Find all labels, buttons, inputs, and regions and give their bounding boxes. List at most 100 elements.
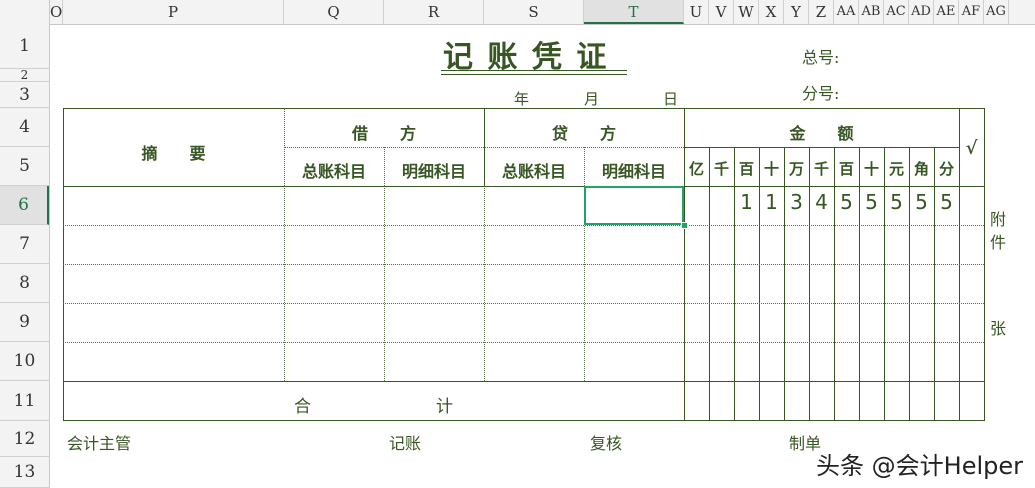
unit-wan: 万 xyxy=(788,160,804,178)
row-header-12[interactable]: 12 xyxy=(0,421,49,457)
amount-digit-qian[interactable]: 4 xyxy=(809,190,834,214)
column-header-o[interactable]: O xyxy=(50,0,63,24)
row-header-9[interactable]: 9 xyxy=(0,303,49,342)
body-bottom-border xyxy=(63,381,985,382)
column-header-y[interactable]: Y xyxy=(784,0,809,24)
table-top-border xyxy=(63,108,985,109)
attachment-label-3: 张 xyxy=(990,319,1007,338)
unit-bai: 百 xyxy=(838,160,854,178)
digit-col-line xyxy=(759,147,760,421)
row-header-13[interactable]: 13 xyxy=(0,457,49,488)
fill-handle[interactable] xyxy=(681,222,688,229)
amount-digit-shi[interactable]: 5 xyxy=(859,190,884,214)
row-divider-10 xyxy=(63,342,684,343)
row-header-1[interactable]: 1 xyxy=(0,24,49,69)
column-header-r[interactable]: R xyxy=(384,0,484,24)
table-right-border xyxy=(984,108,985,421)
title-underline-2 xyxy=(441,74,627,75)
column-header-bar: O P Q R S T U V W X Y Z AA AB AC AD AE A… xyxy=(0,0,1035,25)
row-header-6[interactable]: 6 xyxy=(0,186,49,225)
column-header-ac[interactable]: AC xyxy=(884,0,909,24)
amount-digit-wan[interactable]: 3 xyxy=(784,190,809,214)
column-header-ag[interactable]: AG xyxy=(984,0,1009,24)
column-header-s[interactable]: S xyxy=(484,0,584,24)
credit-header: 贷 方 xyxy=(551,124,616,143)
amount-digit-bai[interactable]: 5 xyxy=(834,190,859,214)
row-header-5[interactable]: 5 xyxy=(0,147,49,186)
table-bottom-border xyxy=(63,420,985,421)
attachment-label-1: 附 xyxy=(990,210,1007,229)
footer-reviewer: 复核 xyxy=(590,434,623,453)
row-divider-7 xyxy=(63,225,684,226)
row-header-7[interactable]: 7 xyxy=(0,225,49,264)
unit-yi: 亿 xyxy=(688,160,704,178)
amount-digit-jiao[interactable]: 5 xyxy=(909,190,934,214)
column-header-z[interactable]: Z xyxy=(809,0,834,24)
digit-col-line xyxy=(709,147,710,421)
date-day-label: 日 xyxy=(663,90,679,108)
row-header-3[interactable]: 3 xyxy=(0,82,49,108)
amount-subheader-divider xyxy=(684,147,959,148)
amount-row-divider-9 xyxy=(684,303,984,304)
debit-detail-header: 明细科目 xyxy=(401,162,466,181)
row-divider-9 xyxy=(63,303,684,304)
digit-col-line xyxy=(859,147,860,421)
amount-digit-bai-wan[interactable]: 1 xyxy=(734,190,759,214)
debit-header: 借 方 xyxy=(351,124,416,143)
column-header-af[interactable]: AF xyxy=(959,0,984,24)
column-header-x[interactable]: X xyxy=(759,0,784,24)
unit-fen: 分 xyxy=(938,160,954,178)
row-header-4[interactable]: 4 xyxy=(0,108,49,147)
row-header-8[interactable]: 8 xyxy=(0,264,49,303)
unit-shi-wan: 十 xyxy=(763,160,779,178)
column-header-u[interactable]: U xyxy=(684,0,709,24)
header-bottom-border xyxy=(63,186,985,187)
debit-general-header: 总账科目 xyxy=(301,162,366,181)
digit-col-line xyxy=(884,147,885,421)
subheader-divider xyxy=(284,147,684,148)
unit-bai-wan: 百 xyxy=(738,160,754,178)
column-header-aa[interactable]: AA xyxy=(834,0,859,24)
body-col-divider-s xyxy=(484,186,485,381)
unit-qian: 千 xyxy=(813,160,829,178)
footer-supervisor: 会计主管 xyxy=(67,434,132,453)
column-header-w[interactable]: W xyxy=(734,0,759,24)
attachment-label-2: 件 xyxy=(990,233,1007,252)
digit-col-line xyxy=(784,147,785,421)
column-header-ab[interactable]: AB xyxy=(859,0,884,24)
column-header-q[interactable]: Q xyxy=(284,0,384,24)
column-header-v[interactable]: V xyxy=(709,0,734,24)
row-header-2[interactable]: 2 xyxy=(0,68,49,82)
body-col-divider-q xyxy=(284,186,285,381)
body-col-divider-r xyxy=(384,186,385,381)
column-header-ad[interactable]: AD xyxy=(909,0,934,24)
column-header-p[interactable]: P xyxy=(63,0,284,24)
watermark-text: 头条 @会计Helper xyxy=(816,452,1023,480)
date-year-label: 年 xyxy=(514,90,530,108)
amount-row-divider-10 xyxy=(684,342,984,343)
summary-header: 摘 要 xyxy=(141,144,206,163)
row-header-10[interactable]: 10 xyxy=(0,342,49,381)
amount-digit-fen[interactable]: 5 xyxy=(934,190,959,214)
amount-digit-shi-wan[interactable]: 1 xyxy=(759,190,784,214)
selected-cell-t6[interactable] xyxy=(584,186,684,225)
column-header-t[interactable]: T xyxy=(584,0,684,24)
select-all-corner[interactable] xyxy=(0,0,50,24)
amount-header: 金 额 xyxy=(789,124,854,143)
footer-bookkeeper: 记账 xyxy=(389,434,422,453)
digit-col-line xyxy=(809,147,810,421)
digit-col-line xyxy=(834,147,835,421)
unit-qian-wan: 千 xyxy=(713,160,729,178)
title-underline-1 xyxy=(441,70,627,71)
total-number-label: 总号: xyxy=(802,48,840,67)
row-header-11[interactable]: 11 xyxy=(0,381,49,421)
credit-general-header: 总账科目 xyxy=(501,162,566,181)
column-header-ae[interactable]: AE xyxy=(934,0,959,24)
amount-row-divider-8 xyxy=(684,264,984,265)
amount-digit-yuan[interactable]: 5 xyxy=(884,190,909,214)
check-mark-header: √ xyxy=(965,138,978,159)
total-label-ji: 计 xyxy=(436,397,453,417)
row-divider-8 xyxy=(63,264,684,265)
digit-col-line xyxy=(934,147,935,421)
amount-row-divider-7 xyxy=(684,225,984,226)
